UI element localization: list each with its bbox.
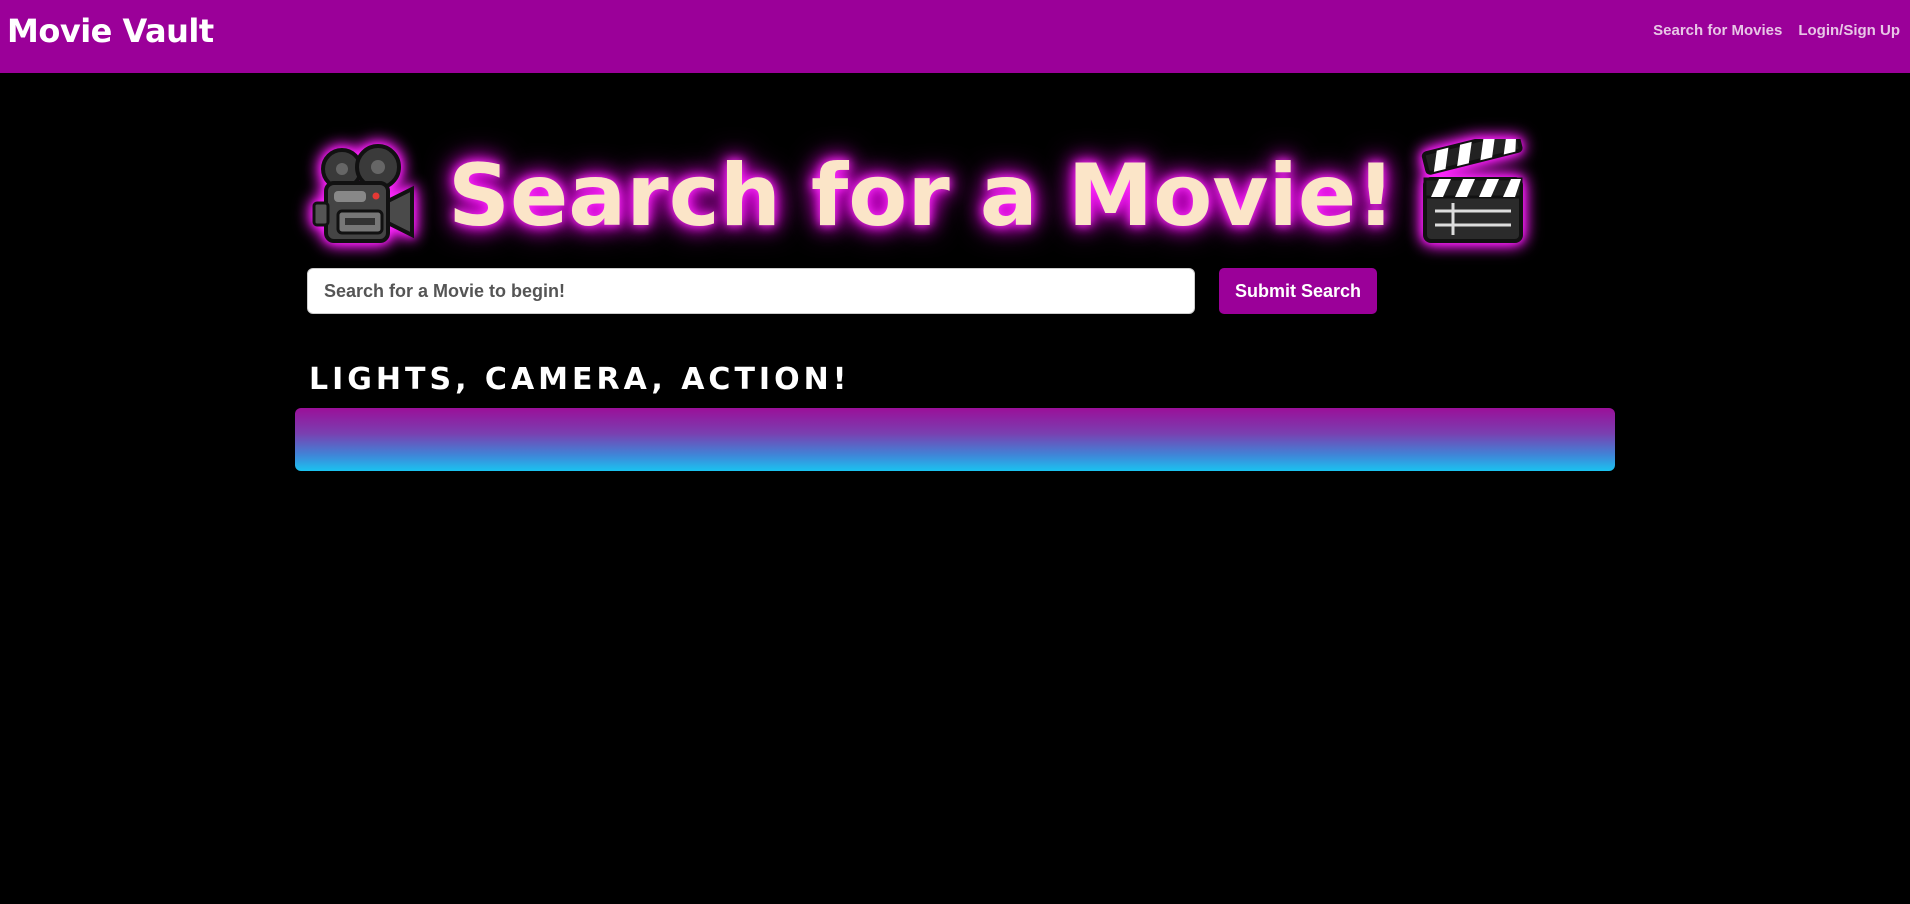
- movie-camera-icon: [312, 139, 422, 254]
- navbar: Movie Vault Search for Movies Login/Sign…: [0, 0, 1910, 73]
- hero-heading: Search for a Movie!: [312, 128, 1529, 256]
- search-form: Submit Search: [307, 268, 1378, 314]
- submit-search-button[interactable]: Submit Search: [1219, 268, 1378, 314]
- page-title: Search for a Movie!: [448, 146, 1396, 246]
- nav-link-login-signup[interactable]: Login/Sign Up: [1798, 22, 1900, 39]
- section-subtitle: LIGHTS, CAMERA, ACTION!: [309, 362, 851, 397]
- results-container: [295, 408, 1615, 471]
- clapperboard-icon: [1419, 128, 1529, 254]
- nav-links: Search for Movies Login/Sign Up: [1653, 22, 1900, 39]
- nav-link-search-movies[interactable]: Search for Movies: [1653, 22, 1782, 39]
- brand-logo[interactable]: Movie Vault: [7, 12, 214, 50]
- search-input[interactable]: [307, 268, 1195, 314]
